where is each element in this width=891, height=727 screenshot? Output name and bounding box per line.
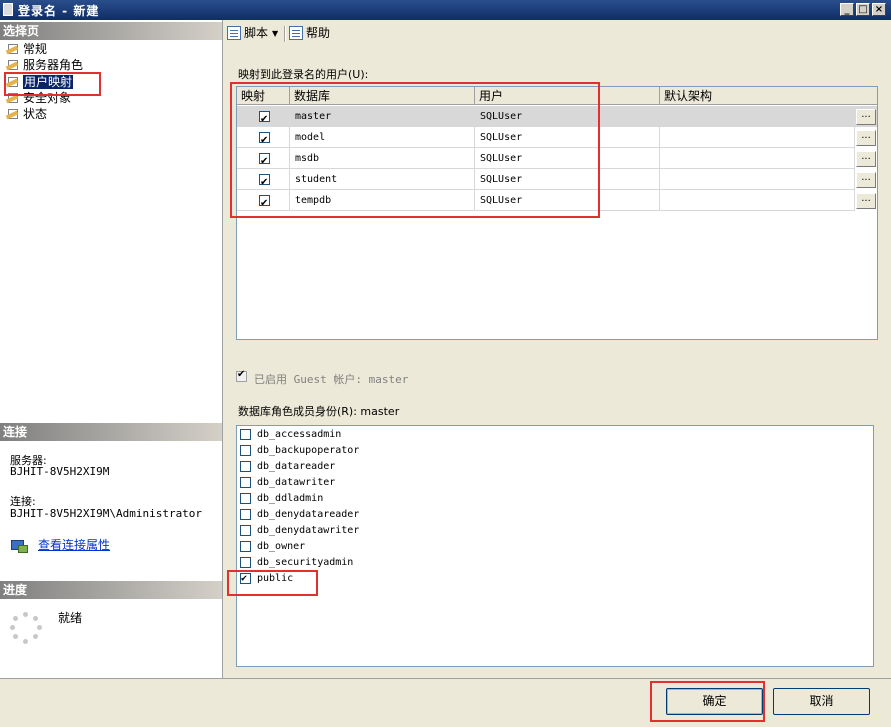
schema-browse-button[interactable]: ... [856, 172, 876, 188]
window-icon [3, 3, 13, 16]
schema-cell[interactable] [660, 190, 855, 211]
highlight-user-mapping [4, 72, 101, 96]
connection-properties-icon [11, 538, 28, 553]
role-checkbox[interactable] [240, 493, 251, 504]
mapping-label: 映射到此登录名的用户(U): [238, 68, 369, 81]
left-pane: 选择页 常规 服务器角色 用户映射 安全对象 状态 连接 服务器: BJHIT-… [0, 20, 223, 678]
role-checkbox[interactable] [240, 509, 251, 520]
close-button[interactable]: × [872, 3, 886, 16]
guest-enabled-label: 已启用 Guest 帐户: master [254, 373, 409, 386]
role-checkbox[interactable] [240, 541, 251, 552]
chevron-down-icon: ▼ [272, 29, 279, 38]
schema-cell[interactable] [660, 127, 855, 148]
schema-browse-button[interactable]: ... [856, 193, 876, 209]
schema-cell[interactable] [660, 169, 855, 190]
window-title: 登录名 - 新建 [18, 4, 100, 18]
connection-header: 连接 [0, 423, 222, 441]
nav-item-server-roles[interactable]: 服务器角色 [5, 58, 83, 73]
help-icon [289, 26, 303, 40]
nav-item-status[interactable]: 状态 [5, 107, 47, 122]
script-button[interactable]: 脚本 ▼ [227, 24, 278, 42]
title-bar: 登录名 - 新建 _ □ × [0, 0, 891, 20]
toolbar-separator [284, 26, 286, 42]
role-checkbox[interactable] [240, 461, 251, 472]
connection-value: BJHIT-8V5H2XI9M\Administrator [10, 507, 203, 520]
page-icon [5, 43, 20, 55]
schema-browse-button[interactable]: ... [856, 130, 876, 146]
help-button[interactable]: 帮助 [289, 24, 330, 42]
schema-browse-button[interactable]: ... [856, 109, 876, 125]
role-checkbox[interactable] [240, 557, 251, 568]
schema-cell[interactable] [660, 106, 855, 127]
minimize-button[interactable]: _ [840, 3, 854, 16]
highlight-ok-button [650, 681, 765, 722]
server-value: BJHIT-8V5H2XI9M [10, 465, 110, 478]
column-header-default-schema[interactable]: 默认架构 [660, 87, 877, 105]
progress-status: 就绪 [58, 611, 83, 625]
database-role-list[interactable]: db_accessadmin db_backupoperator db_data… [236, 425, 874, 667]
page-icon [5, 59, 20, 71]
role-checkbox[interactable] [240, 477, 251, 488]
progress-header: 进度 [0, 581, 222, 599]
schema-browse-button[interactable]: ... [856, 151, 876, 167]
highlight-mapping-rows [230, 82, 600, 218]
role-checkbox[interactable] [240, 445, 251, 456]
script-icon [227, 26, 241, 40]
toolbar: 脚本 ▼ 帮助 [223, 20, 891, 46]
role-checkbox[interactable] [240, 525, 251, 536]
cancel-button[interactable]: 取消 [773, 688, 870, 715]
page-icon [5, 108, 20, 120]
view-connection-properties-link[interactable]: 查看连接属性 [38, 536, 110, 553]
progress-spinner-icon [10, 612, 42, 644]
roles-label: 数据库角色成员身份(R): master [238, 405, 400, 418]
maximize-button[interactable]: □ [856, 3, 870, 16]
role-checkbox[interactable] [240, 429, 251, 440]
schema-cell[interactable] [660, 148, 855, 169]
select-page-header: 选择页 [0, 22, 222, 40]
highlight-public-role [227, 570, 318, 596]
nav-item-general[interactable]: 常规 [5, 42, 47, 57]
